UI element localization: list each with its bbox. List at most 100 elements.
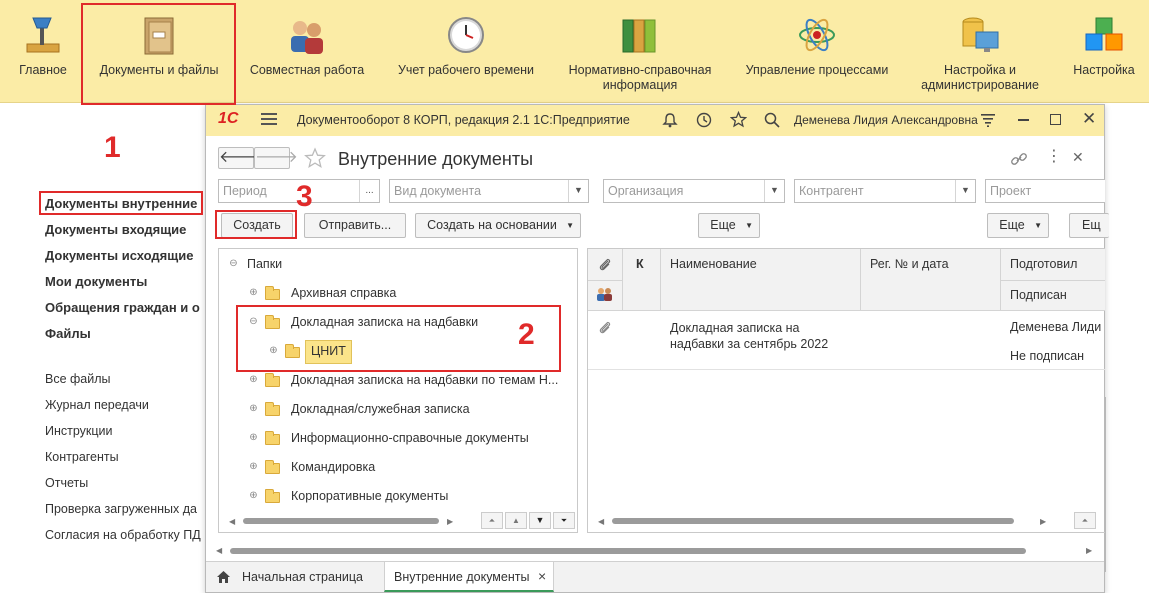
collapse-icon[interactable]: ⊖ [229,259,238,269]
forward-button[interactable]: 🡒 [254,147,298,169]
settings-lines-icon[interactable] [981,114,995,130]
nav-my-documents[interactable]: Мои документы [45,274,147,289]
close-form-icon[interactable]: ✕ [1072,149,1084,166]
expand-icon[interactable]: ⊕ [249,404,258,414]
column-k[interactable]: К [636,257,644,271]
send-button[interactable]: Отправить... [304,213,406,238]
tab-internal-documents[interactable]: Внутренние документы × [384,562,554,592]
nav-pd-consents[interactable]: Согласия на обработку ПД [45,528,201,542]
scroll-left-icon[interactable]: ◀ [598,517,604,526]
nav-incoming-documents[interactable]: Документы входящие [45,222,186,237]
section-settings[interactable]: Настройка [1064,0,1144,103]
tree-scrollbar[interactable] [243,518,439,524]
chevron-down-icon[interactable]: ▼ [568,180,588,202]
create-based-button[interactable]: Создать на основании ▼ [415,213,581,238]
chevron-down-icon[interactable]: ▼ [955,180,975,202]
nav-counterparties[interactable]: Контрагенты [45,450,119,464]
highlight-folder [236,305,561,372]
scroll-last-icon[interactable]: ⏷ [553,512,575,529]
column-reg[interactable]: Рег. № и дата [870,257,949,271]
divider [1000,280,1105,281]
marker-1: 1 [104,131,121,164]
counterparty-field[interactable]: Контрагент ▼ [794,179,976,203]
search-icon[interactable] [764,112,780,131]
home-icon[interactable] [216,570,231,587]
section-label: Управление процессами [745,63,889,77]
section-main[interactable]: Главное [8,0,78,103]
tree-item-label: Информационно-справочные документы [291,431,529,445]
window-scrollbar[interactable] [230,548,1026,554]
section-reference-info[interactable]: Нормативно-справочная информация [560,0,720,103]
more-actions-icon[interactable]: ⋮ [1046,149,1062,165]
nav-loaded-check[interactable]: Проверка загруженных да [45,502,197,516]
link-icon[interactable] [1010,150,1028,171]
back-button[interactable]: 🡐 [218,147,262,169]
attachment-icon [598,257,612,276]
list-scrollbar[interactable] [612,518,1014,524]
expand-icon[interactable]: ⊕ [249,491,258,501]
scroll-first-icon[interactable]: ⏶ [1074,512,1096,529]
scroll-left-icon[interactable]: ◀ [216,546,222,555]
project-field[interactable]: Проект [985,179,1105,203]
marker-2: 2 [518,318,535,351]
expand-icon[interactable]: ⊕ [249,433,258,443]
column-prepared[interactable]: Подготовил [1010,257,1077,271]
nav-all-files[interactable]: Все файлы [45,372,111,386]
table-row[interactable]: Докладная записка на надбавки за сентябр… [588,312,1105,370]
scroll-up-icon[interactable]: ▲ [505,512,527,529]
window-titlebar: 1С Документооборот 8 КОРП, редакция 2.1 … [206,105,1104,136]
column-signed[interactable]: Подписан [1010,288,1067,302]
scroll-left-icon[interactable]: ◀ [229,517,235,526]
tab-home[interactable]: Начальная страница [242,570,363,584]
folder-icon [265,373,280,387]
divider [622,249,623,311]
section-time-tracking[interactable]: Учет рабочего времени [390,0,542,103]
nav-reports[interactable]: Отчеты [45,476,88,490]
scroll-right-icon[interactable]: ▶ [1040,517,1046,526]
close-tab-icon[interactable]: × [538,568,546,584]
maximize-icon[interactable] [1050,114,1061,125]
nav-outgoing-documents[interactable]: Документы исходящие [45,248,193,263]
chevron-down-icon: ▼ [745,221,753,230]
nav-instructions[interactable]: Инструкции [45,424,113,438]
more-label: Еще [710,218,736,232]
scroll-first-icon[interactable]: ⏶ [481,512,503,529]
minimize-icon[interactable] [1018,119,1029,121]
favorites-star-icon[interactable] [729,110,748,131]
section-processes[interactable]: Управление процессами [738,0,896,103]
folder-icon [265,460,280,474]
nav-transfer-log[interactable]: Журнал передачи [45,398,149,412]
scroll-down-icon[interactable]: ▼ [529,512,551,529]
section-admin[interactable]: Настройка и администрирование [920,0,1040,103]
doc-type-field[interactable]: Вид документа ▼ [389,179,589,203]
chevron-down-icon[interactable]: ▼ [764,180,784,202]
nav-citizen-appeals[interactable]: Обращения граждан и о [45,300,200,315]
expand-icon[interactable]: ⊕ [249,375,258,385]
more-button-2[interactable]: Еще ▼ [987,213,1049,238]
section-collaboration[interactable]: Совместная работа [242,0,372,103]
period-select-button[interactable]: ... [359,180,379,202]
divider [1105,397,1106,572]
expand-icon[interactable]: ⊕ [249,462,258,472]
section-label: Главное [19,63,67,77]
more-button-1[interactable]: Еще ▼ [698,213,760,238]
column-name[interactable]: Наименование [670,257,757,271]
history-icon[interactable] [696,112,712,131]
counterparty-placeholder: Контрагент [799,184,864,198]
desk-lamp-icon [23,14,63,56]
section-label: Настройка [1073,63,1135,77]
nav-files[interactable]: Файлы [45,326,91,341]
bell-icon[interactable] [662,112,678,131]
organization-field[interactable]: Организация ▼ [603,179,785,203]
form-header: 🡐 🡒 Внутренние документы ⋮ ✕ [206,136,1104,182]
favorite-star-icon[interactable] [304,147,326,172]
user-name[interactable]: Деменева Лидия Александровна [794,113,978,127]
expand-icon[interactable]: ⊕ [249,288,258,298]
menu-icon[interactable] [261,112,277,129]
close-window-icon[interactable]: ✕ [1082,109,1096,129]
scroll-right-icon[interactable]: ▶ [447,517,453,526]
organization-placeholder: Организация [608,184,684,198]
more-button-3[interactable]: Ещ [1069,213,1109,238]
scroll-right-icon[interactable]: ▶ [1086,546,1092,555]
row-name: Докладная записка на надбавки за сентябр… [670,321,829,351]
